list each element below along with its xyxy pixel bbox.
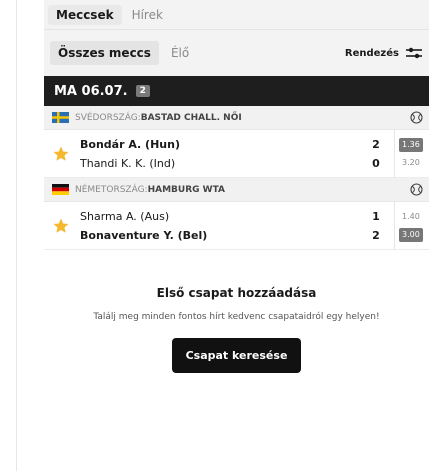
match-scores: 1 2 (368, 207, 384, 245)
empty-state-description: Találj meg minden fontos hírt kedvenc cs… (93, 312, 380, 322)
league-name: HAMBURG WTA (147, 184, 225, 195)
away-score: 0 (372, 156, 380, 170)
day-match-count: 2 (135, 85, 150, 97)
sort-label: Rendezés (344, 47, 399, 59)
germany-flag-icon (52, 184, 69, 195)
tab-meccsek[interactable]: Meccsek (48, 4, 122, 25)
sweden-flag-icon (52, 112, 69, 123)
star-icon[interactable] (52, 217, 70, 235)
filter-bar: Összes meccs Élő Rendezés (44, 30, 429, 76)
home-player: Bondár A. (Hun) (80, 137, 180, 151)
match-teams: Bondár A. (Hun) Thandi K. K. (Ind) (80, 135, 368, 173)
away-odd[interactable]: 3.00 (399, 227, 423, 242)
tab-hirek[interactable]: Hírek (124, 5, 171, 25)
filter-live[interactable]: Élő (163, 41, 197, 65)
match-row[interactable]: Bondár A. (Hun) Thandi K. K. (Ind) 2 0 1… (44, 129, 429, 178)
league-country: NÉMETORSZÁG: (75, 184, 148, 195)
day-header: MA 06.07. 2 (44, 76, 429, 106)
top-tabs: Meccsek Hírek (44, 0, 429, 30)
empty-state-title: Első csapat hozzáadása (156, 286, 317, 300)
filter-all-matches[interactable]: Összes meccs (50, 41, 159, 65)
divider (394, 129, 395, 178)
left-border (16, 0, 17, 471)
star-icon[interactable] (52, 145, 70, 163)
league-header[interactable]: NÉMETORSZÁG: HAMBURG WTA (44, 178, 429, 202)
away-player: Bonaventure Y. (Bel) (80, 228, 208, 242)
home-odd[interactable]: 1.40 (399, 210, 423, 224)
app: Meccsek Hírek Összes meccs Élő Rendezés … (44, 0, 429, 471)
home-odd[interactable]: 1.36 (399, 137, 423, 152)
match-odds: 1.40 3.00 (399, 208, 429, 244)
away-odd[interactable]: 3.20 (399, 156, 423, 170)
home-score: 2 (372, 137, 380, 151)
league-name: BASTAD CHALL. NŐI (140, 112, 242, 123)
home-score: 1 (372, 209, 380, 223)
away-score: 2 (372, 228, 380, 242)
tennis-ball-icon (410, 183, 423, 196)
match-odds: 1.36 3.20 (399, 136, 429, 172)
sort-button[interactable]: Rendezés (345, 46, 423, 60)
find-team-button[interactable]: Csapat keresése (171, 338, 302, 373)
divider (394, 201, 395, 250)
away-player: Thandi K. K. (Ind) (80, 156, 176, 170)
league-header[interactable]: SVÉDORSZÁG: BASTAD CHALL. NŐI (44, 106, 429, 130)
day-label: MA 06.07. (54, 83, 128, 99)
match-teams: Sharma A. (Aus) Bonaventure Y. (Bel) (80, 207, 368, 245)
match-scores: 2 0 (368, 135, 384, 173)
match-row[interactable]: Sharma A. (Aus) Bonaventure Y. (Bel) 1 2… (44, 201, 429, 250)
home-player: Sharma A. (Aus) (80, 209, 170, 223)
empty-state: Első csapat hozzáadása Találj meg minden… (44, 286, 429, 373)
league-country: SVÉDORSZÁG: (75, 112, 141, 123)
tennis-ball-icon (410, 111, 423, 124)
sort-icon (406, 47, 422, 59)
